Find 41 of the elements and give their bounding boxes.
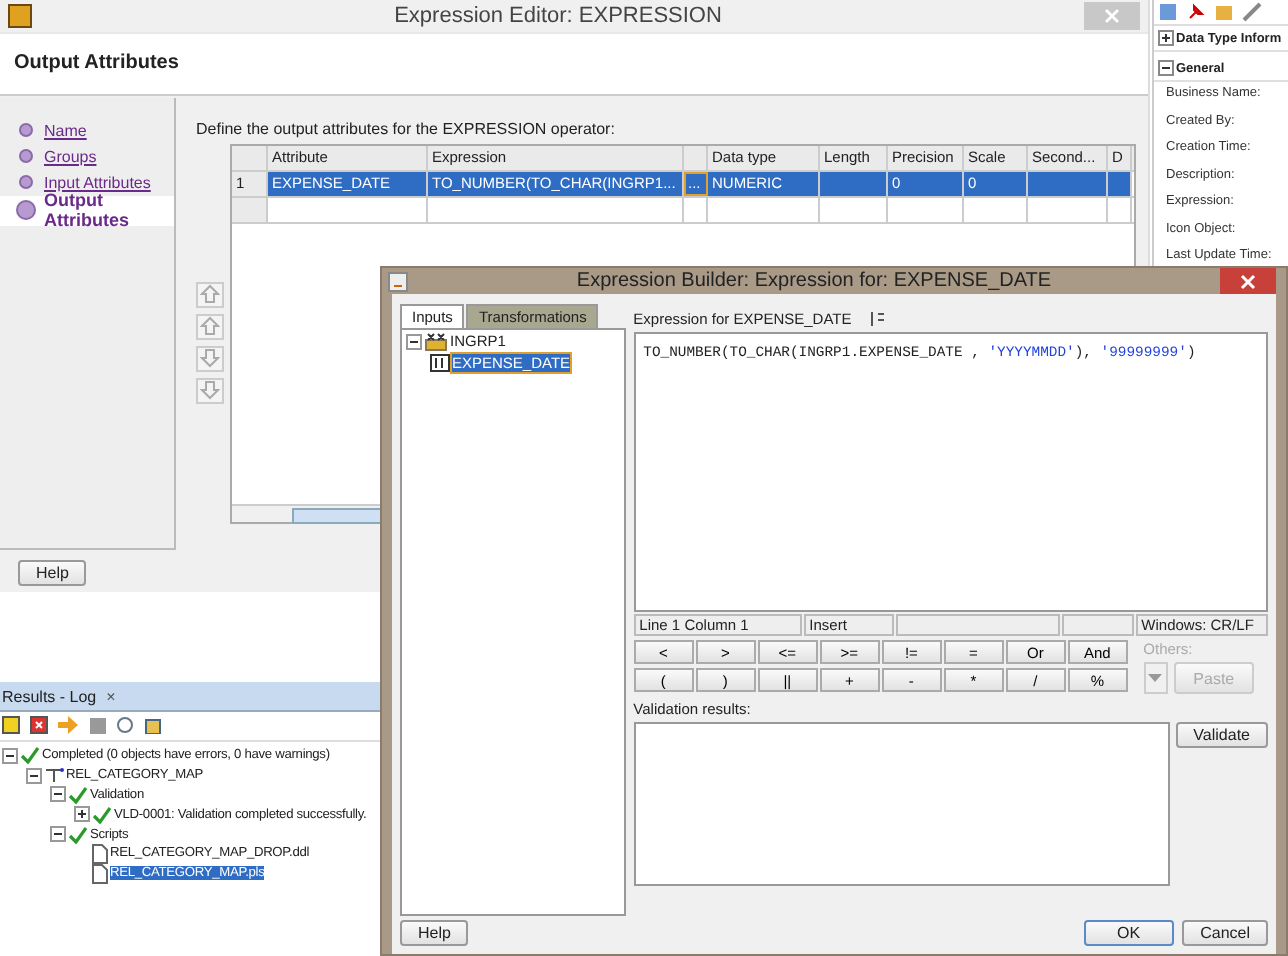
mapping-icon xyxy=(44,766,64,785)
attribute-icon xyxy=(430,354,450,372)
help-button[interactable]: Help xyxy=(18,560,87,586)
cancel-button[interactable]: Cancel xyxy=(1182,920,1268,946)
log-tab[interactable]: Results - Log xyxy=(0,687,99,705)
tab-close-button[interactable]: × xyxy=(106,687,116,705)
pin-icon[interactable] xyxy=(1186,2,1206,22)
validate-button[interactable]: Validate xyxy=(1175,722,1268,748)
close-button[interactable] xyxy=(1220,268,1276,294)
expander-icon[interactable] xyxy=(1158,60,1174,76)
caret-icon xyxy=(1148,673,1163,683)
group-icon xyxy=(424,331,448,351)
expander-icon[interactable] xyxy=(74,806,90,823)
expander-icon[interactable] xyxy=(26,767,42,784)
ok-button[interactable]: OK xyxy=(1083,920,1175,946)
window-title: Expression Editor: EXPRESSION xyxy=(392,3,724,28)
check-icon xyxy=(20,746,40,765)
stop-icon[interactable] xyxy=(30,716,48,736)
step-dot-icon xyxy=(16,146,36,167)
step-dot-icon xyxy=(16,200,36,221)
wizard-step[interactable]: Groups xyxy=(0,143,174,170)
dialog-title: Expression Builder: Expression for: EXPENSE_DATE xyxy=(574,270,1054,292)
wizard-step[interactable]: Name xyxy=(0,117,174,144)
step-dot-icon xyxy=(16,120,36,141)
wizard-step[interactable]: Input Attributes xyxy=(0,169,174,196)
instruction-text: Define the output attributes for the EXPRESSION operator: xyxy=(196,119,617,138)
close-icon xyxy=(1240,273,1256,289)
pencil-icon[interactable] xyxy=(1242,2,1262,22)
wizard-step[interactable]: Output Attributes xyxy=(0,195,174,226)
expander-icon[interactable] xyxy=(1158,30,1174,46)
status-cell xyxy=(1061,614,1134,636)
expander-icon[interactable] xyxy=(50,786,66,803)
help-button[interactable]: Help xyxy=(400,920,469,946)
expander-icon[interactable] xyxy=(406,333,422,349)
app-logo-icon xyxy=(8,3,32,28)
step-dot-icon xyxy=(16,172,36,193)
expander-icon[interactable] xyxy=(50,826,66,843)
sort-icon[interactable] xyxy=(867,309,888,327)
expander-icon[interactable] xyxy=(2,747,18,764)
page-heading: Output Attributes xyxy=(14,52,179,75)
toolbar-icon[interactable] xyxy=(2,716,20,736)
